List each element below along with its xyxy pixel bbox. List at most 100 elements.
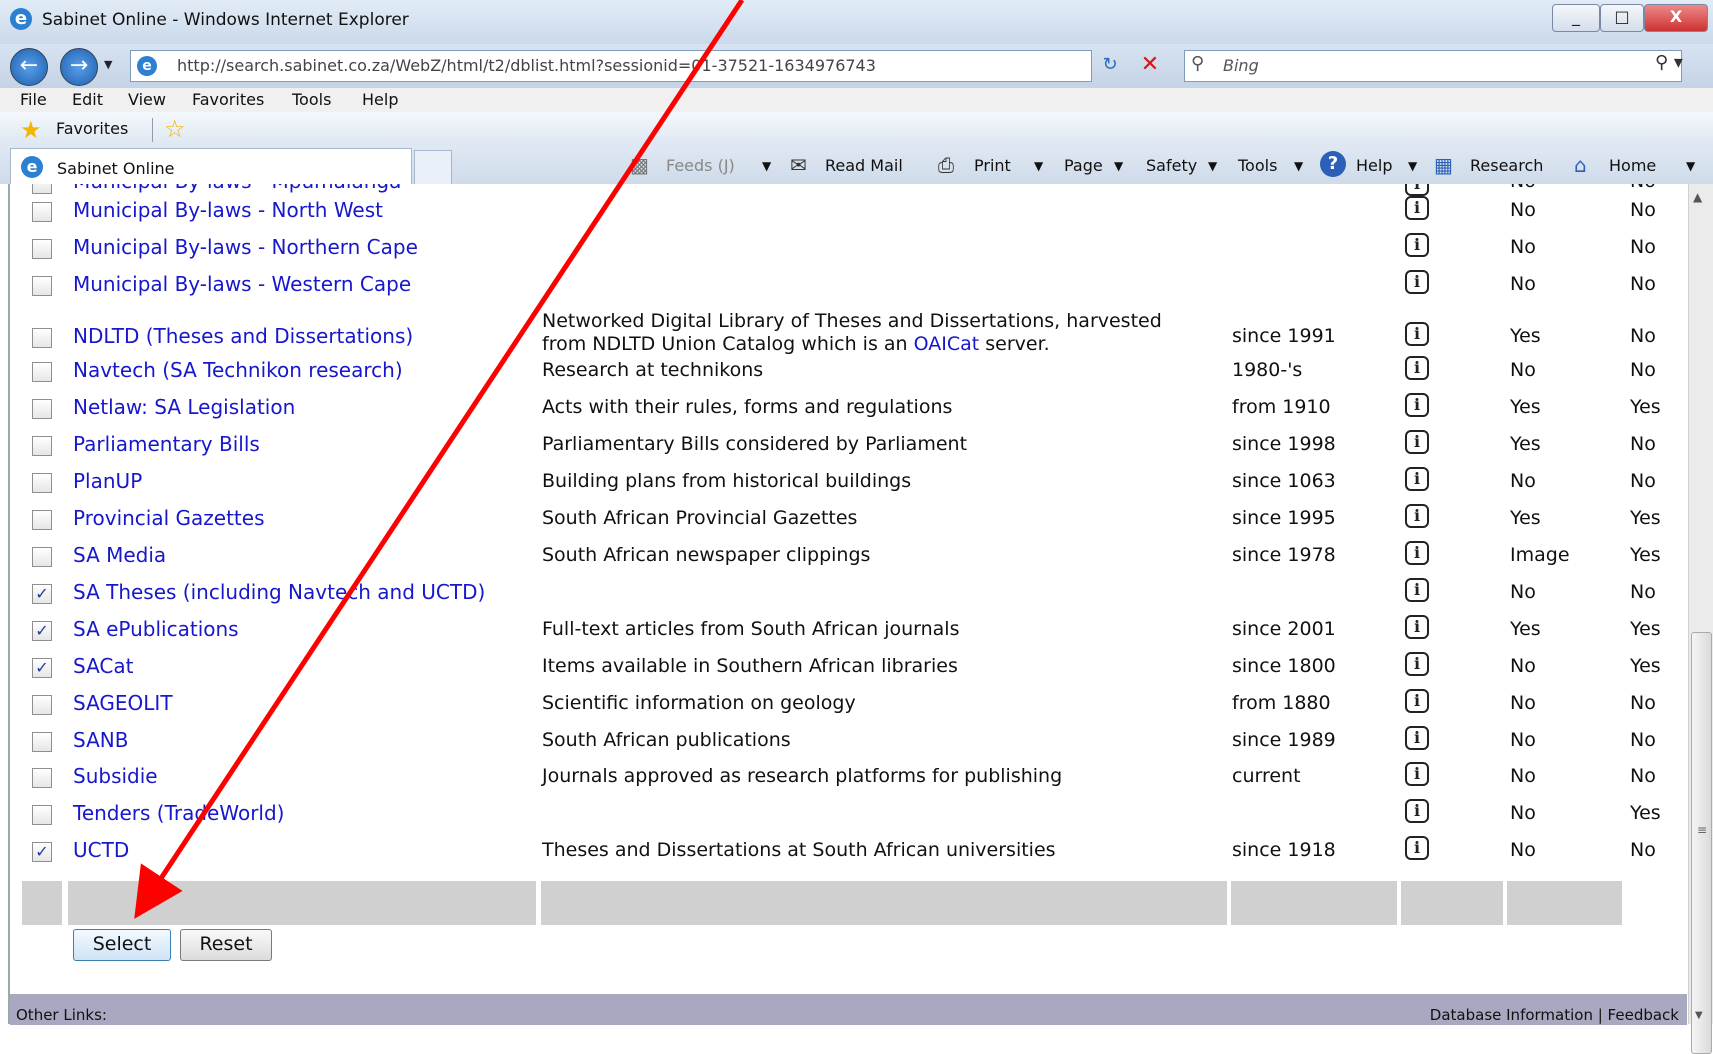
row-checkbox[interactable] <box>32 328 52 348</box>
row-checkbox[interactable] <box>32 399 52 419</box>
feeds-icon[interactable]: ▩ <box>630 153 649 177</box>
research-button[interactable]: Research <box>1470 156 1543 175</box>
info-icon[interactable]: i <box>1405 196 1429 220</box>
info-icon[interactable]: i <box>1405 184 1429 196</box>
row-checkbox[interactable] <box>32 805 52 825</box>
database-info-feedback-links[interactable]: Database Information | Feedback <box>1430 1006 1679 1024</box>
row-checkbox[interactable] <box>32 184 52 194</box>
database-link[interactable]: SANB <box>73 728 128 752</box>
row-checkbox[interactable] <box>32 510 52 530</box>
help-menu[interactable]: Help <box>1356 156 1392 175</box>
info-icon[interactable]: i <box>1405 430 1429 454</box>
row-checkbox[interactable]: ✓ <box>32 584 52 604</box>
database-link[interactable]: Municipal By-laws - Western Cape <box>73 272 411 296</box>
page-dropdown-icon[interactable]: ▼ <box>1114 159 1123 173</box>
tab-sabinet[interactable]: e Sabinet Online <box>10 148 412 185</box>
info-icon[interactable]: i <box>1405 615 1429 639</box>
feeds-dropdown-icon[interactable]: ▼ <box>762 159 771 173</box>
history-dropdown-icon[interactable]: ▼ <box>104 58 112 71</box>
info-icon[interactable]: i <box>1405 356 1429 380</box>
print-icon[interactable]: ⎙ <box>938 153 954 177</box>
row-checkbox[interactable] <box>32 436 52 456</box>
database-link[interactable]: Tenders (TradeWorld) <box>73 801 284 825</box>
menu-edit[interactable]: Edit <box>72 90 103 109</box>
help-icon[interactable]: ? <box>1320 151 1346 177</box>
scroll-down-icon[interactable]: ▼ <box>1695 1010 1703 1021</box>
database-link[interactable]: Subsidie <box>73 764 158 788</box>
menu-file[interactable]: File <box>20 90 47 109</box>
tools-dropdown-icon[interactable]: ▼ <box>1294 159 1303 173</box>
vertical-scrollbar[interactable]: ▲ ≡ ▼ <box>1688 184 1713 1054</box>
add-favorite-icon[interactable]: ☆ <box>164 115 186 143</box>
row-checkbox[interactable] <box>32 768 52 788</box>
database-link[interactable]: Navtech (SA Technikon research) <box>73 358 403 382</box>
menu-view[interactable]: View <box>128 90 166 109</box>
reset-button[interactable]: Reset <box>180 929 272 961</box>
info-icon[interactable]: i <box>1405 504 1429 528</box>
database-link[interactable]: SAGEOLIT <box>73 691 173 715</box>
database-link[interactable]: SA Theses (including Navtech and UCTD) <box>73 580 485 604</box>
read-mail-button[interactable]: Read Mail <box>825 156 903 175</box>
minimize-button[interactable]: _ <box>1552 4 1600 32</box>
database-link[interactable]: Parliamentary Bills <box>73 432 260 456</box>
menu-favorites[interactable]: Favorites <box>192 90 264 109</box>
search-go-icon[interactable]: ⚲ ▾ <box>1655 52 1683 73</box>
close-button[interactable]: X <box>1644 4 1708 32</box>
back-button[interactable]: ← <box>10 48 48 86</box>
oaicat-link[interactable]: OAICat <box>914 333 980 355</box>
database-link[interactable]: UCTD <box>73 838 129 862</box>
home-button[interactable]: Home <box>1609 156 1656 175</box>
info-icon[interactable]: i <box>1405 762 1429 786</box>
home-dropdown-icon[interactable]: ▼ <box>1686 159 1695 173</box>
new-tab-button[interactable] <box>414 150 452 186</box>
info-icon[interactable]: i <box>1405 836 1429 860</box>
refresh-icon[interactable]: ↻ <box>1094 50 1126 80</box>
safety-dropdown-icon[interactable]: ▼ <box>1208 159 1217 173</box>
row-checkbox[interactable]: ✓ <box>32 621 52 641</box>
feeds-button[interactable]: Feeds (J) <box>666 156 735 175</box>
database-link[interactable]: SA Media <box>73 543 166 567</box>
info-icon[interactable]: i <box>1405 393 1429 417</box>
research-icon[interactable]: ▦ <box>1434 153 1453 177</box>
address-bar[interactable]: e http://search.sabinet.co.za/WebZ/html/… <box>130 50 1205 82</box>
info-icon[interactable]: i <box>1405 322 1429 346</box>
scrollbar-thumb[interactable]: ≡ <box>1691 632 1712 1054</box>
row-checkbox[interactable] <box>32 202 52 222</box>
favorites-button[interactable]: Favorites <box>56 119 128 138</box>
select-button[interactable]: Select <box>73 929 171 961</box>
home-icon[interactable]: ⌂ <box>1574 153 1587 177</box>
info-icon[interactable]: i <box>1405 270 1429 294</box>
database-link[interactable]: Provincial Gazettes <box>73 506 264 530</box>
info-icon[interactable]: i <box>1405 578 1429 602</box>
row-checkbox[interactable] <box>32 473 52 493</box>
menu-tools[interactable]: Tools <box>292 90 331 109</box>
info-icon[interactable]: i <box>1405 467 1429 491</box>
info-icon[interactable]: i <box>1405 799 1429 823</box>
print-button[interactable]: Print <box>974 156 1011 175</box>
database-link[interactable]: SACat <box>73 654 133 678</box>
read-mail-icon[interactable]: ✉ <box>790 153 807 177</box>
safety-menu[interactable]: Safety <box>1146 156 1197 175</box>
row-checkbox[interactable] <box>32 547 52 567</box>
menu-help[interactable]: Help <box>362 90 398 109</box>
info-icon[interactable]: i <box>1405 652 1429 676</box>
maximize-button[interactable]: □ <box>1600 4 1644 32</box>
row-checkbox[interactable] <box>32 695 52 715</box>
help-dropdown-icon[interactable]: ▼ <box>1408 159 1417 173</box>
search-input[interactable]: ⚲ Bing <box>1184 50 1682 82</box>
address-url[interactable]: http://search.sabinet.co.za/WebZ/html/t2… <box>177 56 876 75</box>
forward-button[interactable]: → <box>60 48 98 86</box>
database-link[interactable]: NDLTD (Theses and Dissertations) <box>73 324 413 348</box>
database-link[interactable]: Municipal By-laws - Mpumalanga <box>73 184 401 193</box>
info-icon[interactable]: i <box>1405 689 1429 713</box>
row-checkbox[interactable]: ✓ <box>32 842 52 862</box>
tools-menu[interactable]: Tools <box>1238 156 1277 175</box>
database-link[interactable]: Municipal By-laws - Northern Cape <box>73 235 418 259</box>
favorites-star-icon[interactable]: ★ <box>20 116 42 144</box>
database-link[interactable]: Netlaw: SA Legislation <box>73 395 295 419</box>
page-menu[interactable]: Page <box>1064 156 1103 175</box>
scroll-up-icon[interactable]: ▲ <box>1693 190 1702 204</box>
info-icon[interactable]: i <box>1405 541 1429 565</box>
info-icon[interactable]: i <box>1405 726 1429 750</box>
row-checkbox[interactable] <box>32 239 52 259</box>
